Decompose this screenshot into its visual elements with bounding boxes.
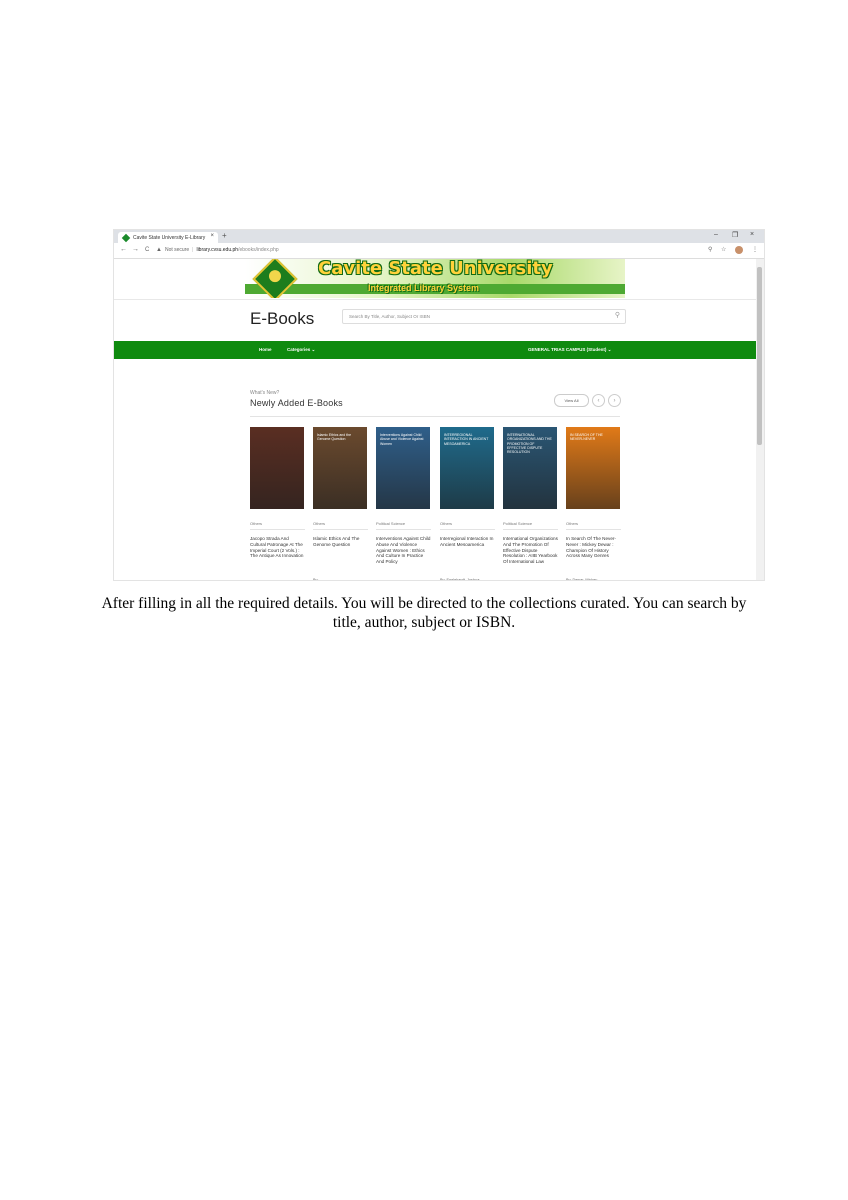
book-card[interactable]: INTERREGIONAL INTERACTION IN ANCIENT MES… — [440, 427, 495, 580]
search-box[interactable]: ⚲ — [342, 309, 626, 324]
book-card[interactable]: IN SEARCH OF THE NEVER-NEVER Others In Sea… — [566, 427, 621, 580]
nav-categories[interactable]: Categories ⌄ — [287, 347, 315, 353]
scrollbar-thumb[interactable] — [757, 267, 762, 445]
tab-close-icon[interactable]: × — [210, 233, 214, 239]
book-card[interactable]: Islamic Ethics and the Genome Question Ot… — [313, 427, 368, 580]
url-separator: | — [192, 247, 194, 253]
restore-icon[interactable]: ❐ — [732, 231, 738, 239]
window-close-icon[interactable]: × — [750, 231, 754, 238]
search-icon[interactable]: ⚲ — [615, 311, 620, 319]
menu-icon[interactable]: ⋮ — [752, 246, 758, 253]
book-title[interactable]: Jacopo Strada And Cultural Patronage At … — [250, 536, 305, 578]
book-title[interactable]: International Organizations And The Prom… — [503, 536, 558, 578]
forward-icon[interactable]: → — [132, 246, 139, 253]
book-title[interactable]: In Search Of The Never-Never : Mickey De… — [566, 536, 621, 578]
book-author: By: Englehardt, Joshua; Carrasco, Michae… — [440, 578, 481, 580]
nav-campus[interactable]: GENERAL TRIAS CAMPUS (Student) ⌄ — [528, 347, 611, 353]
book-cover-image[interactable]: INTERNATIONAL ORGANIZATIONS AND THE PROM… — [503, 427, 557, 509]
book-title[interactable]: Interventions Against Child Abuse And Vi… — [376, 536, 431, 578]
section-title: Newly Added E-Books — [250, 398, 343, 408]
reload-icon[interactable]: C — [145, 247, 149, 253]
view-all-button[interactable]: View All — [554, 394, 589, 407]
profile-avatar[interactable] — [735, 246, 743, 254]
book-card[interactable]: Interventions Against Child Abuse and Vi… — [376, 427, 431, 578]
system-name: Integrated Library System — [368, 283, 480, 293]
caption-text: After filling in all the required detail… — [101, 595, 747, 631]
url-path: /ebooks/index.php — [238, 247, 279, 253]
book-author: By: — [313, 578, 319, 580]
main-nav: Home Categories ⌄ GENERAL TRIAS CAMPUS (… — [114, 341, 756, 359]
minimize-icon[interactable]: – — [714, 231, 718, 238]
university-banner: Cavite State University Integrated Libra… — [245, 259, 625, 298]
book-cover-image[interactable]: IN SEARCH OF THE NEVER-NEVER — [566, 427, 620, 509]
book-cover-image[interactable]: Islamic Ethics and the Genome Question — [313, 427, 367, 509]
book-category[interactable]: Political Science — [503, 521, 558, 530]
book-cover-text: Islamic Ethics and the Genome Question — [317, 433, 352, 442]
site-favicon-icon — [121, 233, 131, 242]
back-icon[interactable]: ← — [120, 246, 127, 253]
star-icon[interactable]: ☆ — [721, 246, 726, 253]
search-input[interactable] — [343, 310, 604, 323]
book-cover-text: IN SEARCH OF THE NEVER-NEVER — [570, 433, 603, 442]
warning-icon: ▲ — [156, 247, 162, 253]
zoom-icon[interactable]: ⚲ — [708, 246, 712, 253]
book-category[interactable]: Political Science — [376, 521, 431, 530]
section-divider — [250, 416, 620, 417]
prev-arrow-button[interactable]: ‹ — [592, 394, 605, 407]
tab-title: Cavite State University E-Library — [133, 234, 206, 241]
book-cover-text: INTERREGIONAL INTERACTION IN ANCIENT MES… — [444, 433, 489, 446]
book-cover-image[interactable] — [250, 427, 304, 509]
security-label: Not secure — [164, 247, 190, 253]
book-category[interactable]: Others — [313, 521, 368, 530]
scrollbar[interactable] — [756, 259, 764, 580]
tab-strip: Cavite State University E-Library × + – … — [114, 230, 764, 243]
new-tab-icon[interactable]: + — [222, 231, 227, 240]
book-title[interactable]: Interregional Interaction In Ancient Mes… — [440, 536, 495, 578]
book-cover-image[interactable]: INTERREGIONAL INTERACTION IN ANCIENT MES… — [440, 427, 494, 509]
book-card[interactable]: INTERNATIONAL ORGANIZATIONS AND THE PROM… — [503, 427, 558, 578]
book-cover-text: Interventions Against Child Abuse and Vi… — [380, 433, 424, 446]
book-title[interactable]: Islamic Ethics And The Genome Question — [313, 536, 368, 578]
address-bar: ← → C ▲ Not secure | library.cvsu.edu.ph… — [114, 243, 764, 259]
next-arrow-button[interactable]: › — [608, 394, 621, 407]
browser-tab[interactable]: Cavite State University E-Library × — [118, 232, 218, 243]
book-category[interactable]: Others — [566, 521, 621, 530]
browser-screenshot: Cavite State University E-Library × + – … — [113, 229, 765, 581]
page-title: E-Books — [250, 309, 315, 328]
book-cover-text: INTERNATIONAL ORGANIZATIONS AND THE PROM… — [507, 433, 552, 455]
book-category[interactable]: Others — [440, 521, 495, 530]
book-author: By: Dewar, Mickey — [566, 578, 598, 580]
book-cover-image[interactable]: Interventions Against Child Abuse and Vi… — [376, 427, 430, 509]
section-kicker: What's New? — [250, 390, 280, 396]
book-category[interactable]: Others — [250, 521, 305, 530]
header-divider — [114, 299, 756, 300]
web-page: Cavite State University Integrated Libra… — [114, 259, 756, 580]
nav-home[interactable]: Home — [259, 347, 272, 352]
university-name: Cavite State University — [318, 259, 553, 279]
url-host: library.cvsu.edu.ph — [196, 247, 239, 253]
url-field[interactable]: ▲ Not secure | library.cvsu.edu.ph/ebook… — [156, 245, 721, 255]
book-card[interactable]: Others Jacopo Strada And Cultural Patrona… — [250, 427, 305, 578]
